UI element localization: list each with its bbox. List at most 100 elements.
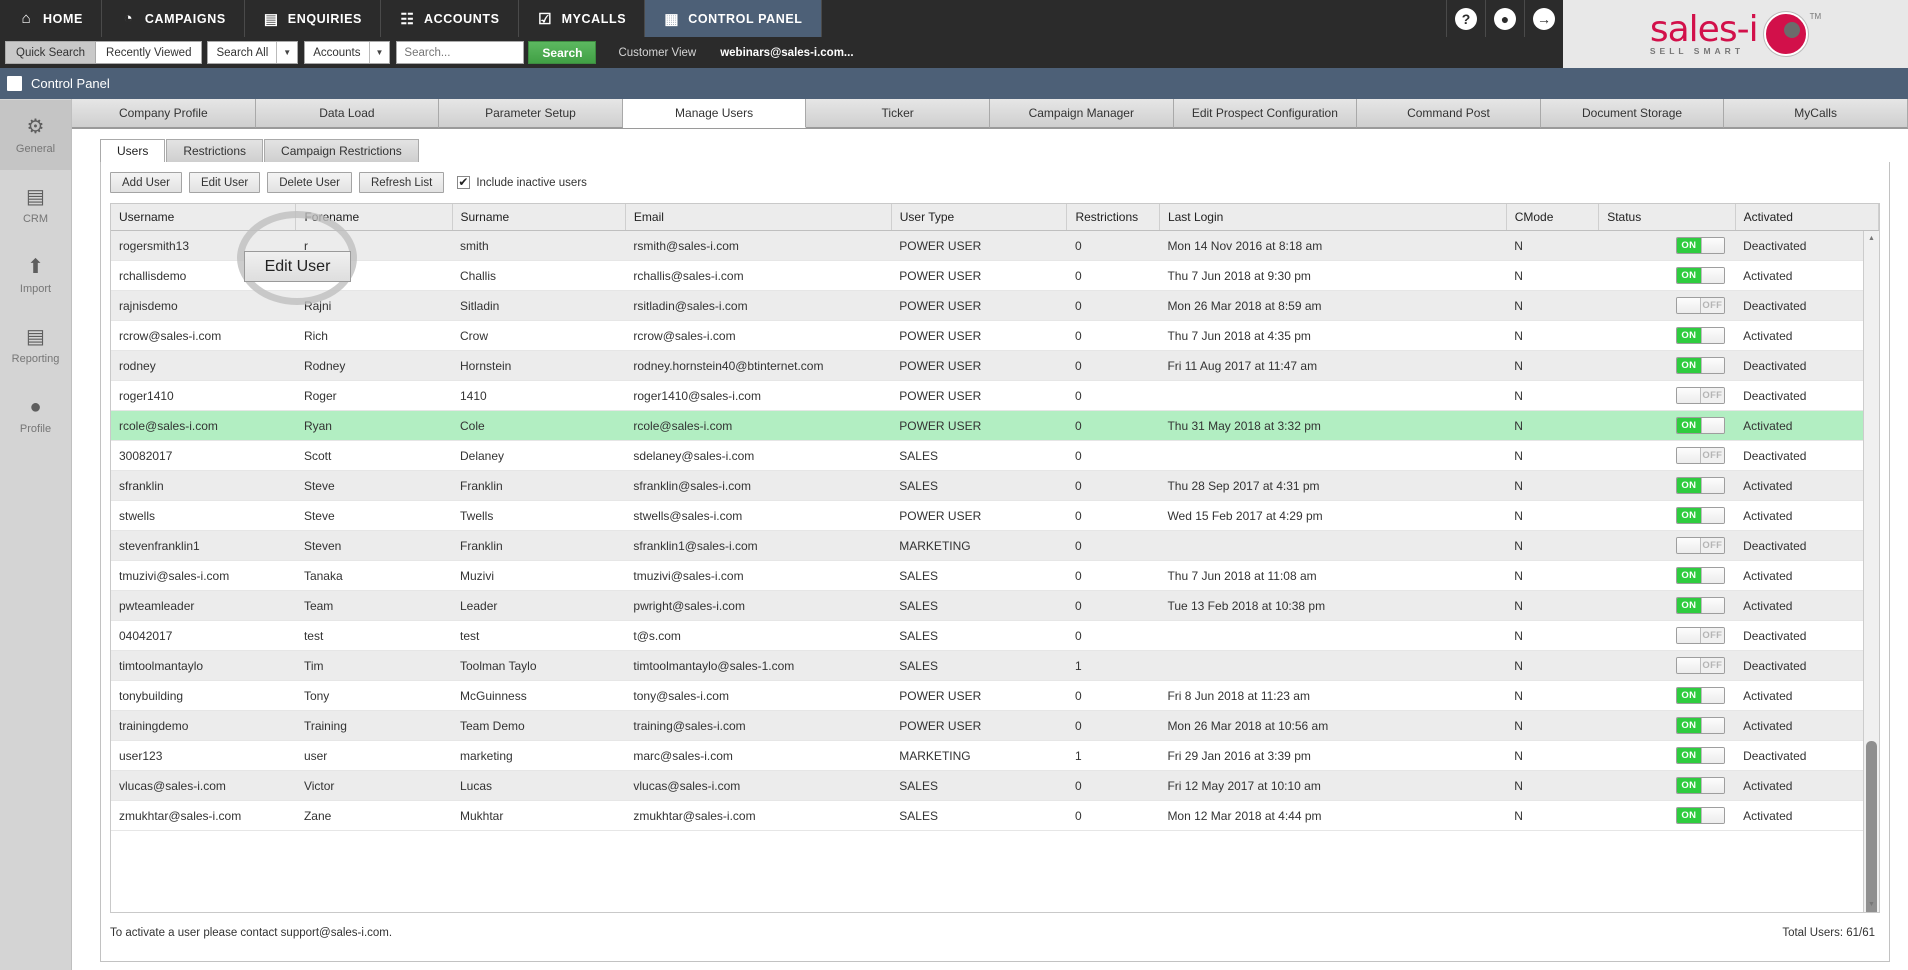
column-header-username[interactable]: Username: [111, 204, 297, 231]
quick-search-tab[interactable]: Quick Search: [5, 41, 97, 64]
search-entity-select[interactable]: Accounts ▼: [304, 41, 391, 64]
cell-status: ONOFF: [1598, 470, 1736, 501]
delete-user-button[interactable]: Delete User: [267, 172, 352, 193]
customer-view-link[interactable]: Customer View: [618, 47, 696, 59]
status-toggle[interactable]: ONOFF: [1676, 447, 1726, 464]
column-header-user-type[interactable]: User Type: [891, 204, 1068, 231]
tab-mycalls[interactable]: MyCalls: [1724, 99, 1908, 128]
topnav-item-enquiries[interactable]: ▤ ENQUIRIES: [245, 0, 381, 37]
status-toggle[interactable]: ONOFF: [1676, 627, 1726, 644]
table-row[interactable]: pwteamleader Team Leader pwright@sales-i.co…: [111, 590, 1879, 621]
status-toggle[interactable]: ONOFF: [1676, 417, 1726, 434]
status-toggle[interactable]: ONOFF: [1676, 597, 1726, 614]
edit-user-button[interactable]: Edit User: [188, 172, 261, 193]
cell-username: roger1410: [111, 380, 296, 411]
column-header-email[interactable]: Email: [625, 204, 892, 231]
tab-document-storage[interactable]: Document Storage: [1540, 99, 1725, 128]
table-row[interactable]: user123 user marketing marc@sales-i.com MARK…: [111, 740, 1879, 771]
status-toggle[interactable]: ONOFF: [1676, 297, 1726, 314]
search-input[interactable]: [396, 41, 525, 64]
logout-button[interactable]: →: [1524, 0, 1563, 37]
recently-viewed-tab[interactable]: Recently Viewed: [95, 41, 203, 64]
subtab-restrictions[interactable]: Restrictions: [166, 139, 264, 162]
table-row[interactable]: tmuzivi@sales-i.com Tanaka Muzivi tmuzivi@s…: [111, 560, 1879, 591]
table-row[interactable]: sfranklin Steve Franklin sfranklin@sales-i.…: [111, 470, 1879, 501]
status-toggle[interactable]: ONOFF: [1676, 327, 1726, 344]
table-row[interactable]: timtoolmantaylo Tim Toolman Taylo timtoolma…: [111, 650, 1879, 681]
column-header-activated[interactable]: Activated: [1735, 204, 1879, 231]
table-row[interactable]: 04042017testtestt@s.comSALES0NONOFFDeact…: [111, 620, 1879, 651]
topnav-item-mycalls[interactable]: ☑ MYCALLS: [519, 0, 646, 37]
topnav-item-home[interactable]: ⌂ HOME: [0, 0, 102, 37]
subtab-users[interactable]: Users: [100, 139, 166, 162]
toggle-on-segment: ON: [1677, 448, 1701, 463]
tab-company-profile[interactable]: Company Profile: [72, 99, 256, 128]
table-row[interactable]: vlucas@sales-i.com Victor Lucas vlucas@sale…: [111, 770, 1879, 801]
scrollbar-thumb[interactable]: [1866, 741, 1877, 912]
status-toggle[interactable]: ONOFF: [1676, 507, 1726, 524]
table-row[interactable]: rodney Rodney Hornstein rodney.hornstein40@…: [111, 350, 1879, 381]
status-toggle[interactable]: ONOFF: [1676, 267, 1726, 284]
table-row[interactable]: rchallisdemoRachelChallisrchallis@sales-…: [111, 260, 1879, 291]
table-vertical-scrollbar[interactable]: ▲ ▼: [1863, 231, 1879, 912]
tab-campaign-manager[interactable]: Campaign Manager: [989, 99, 1174, 128]
table-row[interactable]: zmukhtar@sales-i.com Zane Mukhtar zmukhtar@…: [111, 800, 1879, 831]
column-header-surname[interactable]: Surname: [452, 204, 626, 231]
cell-activated: Activated: [1735, 470, 1879, 501]
column-header-status[interactable]: Status: [1598, 204, 1736, 231]
subtab-campaign-restrictions[interactable]: Campaign Restrictions: [264, 139, 419, 162]
include-inactive-checkbox[interactable]: Include inactive users: [457, 175, 587, 189]
topnav-item-control-panel[interactable]: ▦ CONTROL PANEL: [645, 0, 822, 37]
table-row[interactable]: rajnisdemo Rajni Sitladin rsitladin@sales-i…: [111, 290, 1879, 321]
sidebar-item-reporting[interactable]: ▤ Reporting: [0, 310, 71, 380]
tab-data-load[interactable]: Data Load: [255, 99, 440, 128]
table-row[interactable]: rogersmith13 r smith rsmith@sales-i.com POWE…: [111, 230, 1879, 261]
sidebar-item-import[interactable]: ⬆ Import: [0, 240, 71, 310]
column-header-forename[interactable]: Forename: [295, 204, 453, 231]
sidebar-item-profile[interactable]: ● Profile: [0, 380, 71, 450]
column-header-last-login[interactable]: Last Login: [1159, 204, 1507, 231]
scroll-up-icon[interactable]: ▲: [1864, 231, 1879, 246]
table-row[interactable]: rcrow@sales-i.com Rich Crow rcrow@sales-i.c…: [111, 320, 1879, 351]
status-toggle[interactable]: ONOFF: [1676, 477, 1726, 494]
help-button[interactable]: ?: [1446, 0, 1485, 37]
tab-manage-users[interactable]: Manage Users: [622, 99, 807, 128]
search-button[interactable]: Search: [528, 41, 597, 64]
search-scope-select[interactable]: Search All ▼: [207, 41, 299, 64]
table-row[interactable]: stwells Steve Twells stwells@sales-i.com POW…: [111, 500, 1879, 531]
status-toggle[interactable]: ONOFF: [1676, 537, 1726, 554]
refresh-list-button[interactable]: Refresh List: [358, 172, 445, 193]
status-toggle[interactable]: ONOFF: [1676, 567, 1726, 584]
sidebar-item-crm[interactable]: ▤ CRM: [0, 170, 71, 240]
status-toggle[interactable]: ONOFF: [1676, 687, 1726, 704]
cell-status: ONOFF: [1598, 680, 1736, 711]
tab-ticker[interactable]: Ticker: [806, 99, 990, 128]
account-button[interactable]: ●: [1485, 0, 1524, 37]
status-toggle[interactable]: ONOFF: [1676, 357, 1726, 374]
status-toggle[interactable]: ONOFF: [1676, 717, 1726, 734]
table-row[interactable]: rcole@sales-i.com Ryan Cole rcole@sales-i.c…: [111, 410, 1879, 441]
table-row[interactable]: stevenfranklin1 Steven Franklin sfranklin1@…: [111, 530, 1879, 561]
column-header-restrictions[interactable]: Restrictions: [1066, 204, 1160, 231]
magnified-edit-user-button[interactable]: Edit User: [244, 251, 351, 282]
table-row[interactable]: roger1410 Roger 1410 roger1410@sales-i.com P…: [111, 380, 1879, 411]
status-toggle[interactable]: ONOFF: [1676, 387, 1726, 404]
tab-edit-prospect-configuration[interactable]: Edit Prospect Configuration: [1173, 99, 1358, 128]
tab-command-post[interactable]: Command Post: [1357, 99, 1541, 128]
column-header-cmode[interactable]: CMode: [1506, 204, 1600, 231]
sidebar-item-general[interactable]: ⚙ General: [0, 100, 71, 170]
table-row[interactable]: tonybuilding Tony McGuinness tony@sales-i.c…: [111, 680, 1879, 711]
cell-surname: Crow: [452, 320, 626, 351]
status-toggle[interactable]: ONOFF: [1676, 807, 1726, 824]
add-user-button[interactable]: Add User: [110, 172, 182, 193]
topnav-item-accounts[interactable]: ☷ ACCOUNTS: [381, 0, 519, 37]
status-toggle[interactable]: ONOFF: [1676, 777, 1726, 794]
table-row[interactable]: 30082017 Scott Delaney sdelaney@sales-i.com…: [111, 440, 1879, 471]
table-row[interactable]: trainingdemo Training Team Demo training@sa…: [111, 710, 1879, 741]
tab-parameter-setup[interactable]: Parameter Setup: [439, 99, 623, 128]
scroll-down-icon[interactable]: ▼: [1864, 897, 1879, 912]
status-toggle[interactable]: ONOFF: [1676, 747, 1726, 764]
status-toggle[interactable]: ONOFF: [1676, 237, 1726, 254]
status-toggle[interactable]: ONOFF: [1676, 657, 1726, 674]
topnav-item-campaigns[interactable]: ◔ CAMPAIGNS: [102, 0, 245, 37]
